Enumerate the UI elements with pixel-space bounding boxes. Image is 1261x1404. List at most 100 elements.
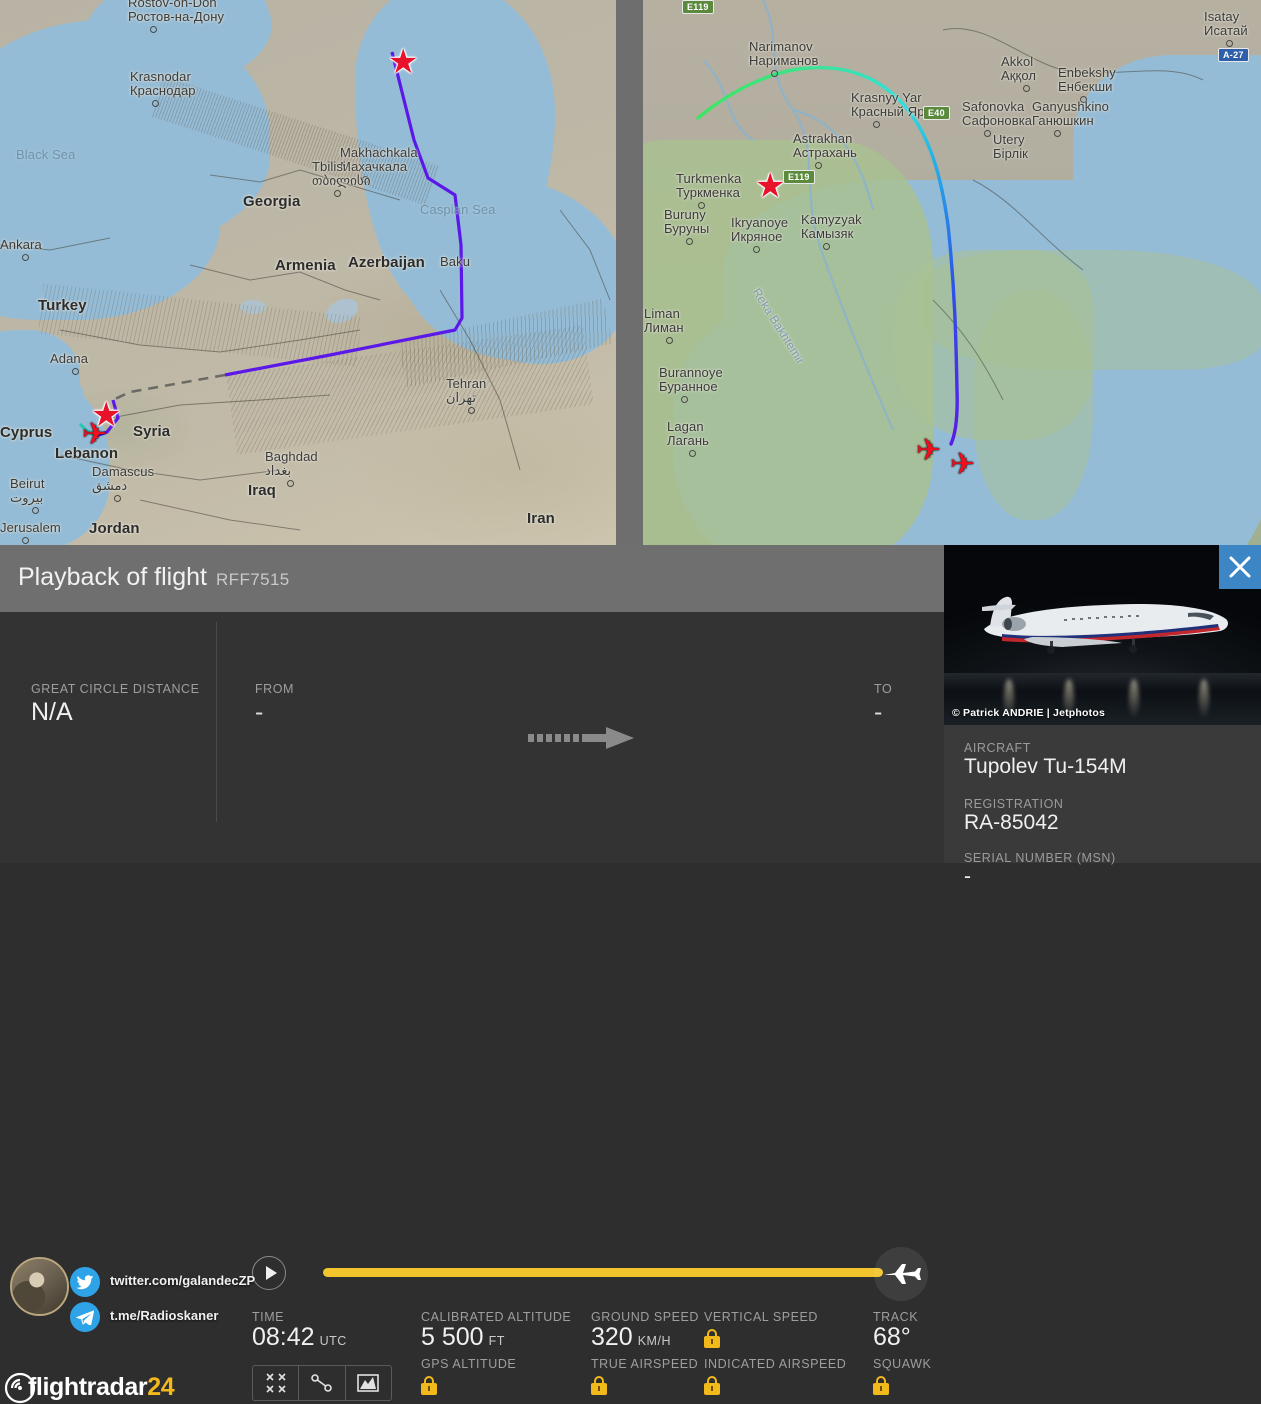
map-city-label: KamyzyakКамызяк: [801, 213, 862, 240]
map-road-badge: A-27: [1218, 48, 1249, 62]
map-sea-label: Black Sea: [16, 148, 75, 162]
playback-title-text: Playback of flight: [18, 563, 207, 591]
route-direction-arrow: [528, 725, 636, 751]
telegram-paper-plane-glyph: [76, 1310, 94, 1325]
map-city-label: NarimanovНариманов: [749, 40, 819, 67]
playback-progress-slider[interactable]: [323, 1268, 883, 1277]
map-marker-star[interactable]: ★: [388, 45, 418, 79]
map-country-label: Syria: [133, 424, 170, 440]
to-label: TO: [874, 682, 892, 696]
aircraft-photo-silhouette: [972, 593, 1234, 657]
map-city-label: SafonovkaСафоновка: [962, 100, 1032, 127]
map-road-badge: E40: [923, 106, 950, 120]
map-city-label: UteryБірлік: [993, 133, 1028, 160]
map-city-dot: [22, 254, 29, 261]
aircraft-field-value: RA-85042: [964, 811, 1059, 835]
telemetry-label: VERTICAL SPEED: [704, 1310, 818, 1324]
locked-value-icon[interactable]: [421, 1376, 437, 1395]
map-country-label: Armenia: [275, 258, 336, 274]
map-country-label: Azerbaijan: [348, 255, 425, 271]
telemetry-label: TRUE AIRSPEED: [591, 1357, 698, 1371]
map-country-label: Iraq: [248, 483, 276, 499]
map-city-label: Jerusalem: [0, 521, 61, 535]
fit-to-screen-icon[interactable]: [253, 1366, 298, 1400]
map-road-badge: E119: [783, 170, 815, 184]
playback-title: Playback of flightRFF7515: [18, 563, 290, 592]
map-city-dot: [984, 130, 991, 137]
map-city-label: Tbilisiთბილისი: [312, 160, 371, 187]
great-circle-distance-value: N/A: [31, 698, 73, 727]
map-city-label: TurkmenkaТуркменка: [676, 172, 741, 199]
map-sea-label: Caspian Sea: [420, 203, 496, 217]
map-country-label: Cyprus: [0, 425, 52, 441]
map-city-label: Baku: [440, 255, 470, 269]
locked-value-icon[interactable]: [704, 1376, 720, 1395]
map-zoomed-detail[interactable]: NarimanovНариманов AstrakhanАстрахань Kras…: [643, 0, 1261, 545]
locked-value-icon[interactable]: [873, 1376, 889, 1395]
map-city-label: AstrakhanАстрахань: [793, 132, 857, 159]
aircraft-field-label: AIRCRAFT: [964, 741, 1031, 755]
map-city-label: IsatayИсатай: [1204, 10, 1248, 37]
twitter-bird-glyph: [76, 1275, 94, 1290]
playback-panel-body: GREAT CIRCLE DISTANCE N/A FROM - TO -: [0, 612, 944, 863]
aircraft-photo: © Patrick ANDRIE | Jetphotos: [944, 545, 1261, 725]
map-city-dot: [72, 368, 79, 375]
aircraft-field-label: REGISTRATION: [964, 797, 1063, 811]
close-button[interactable]: [1219, 545, 1261, 589]
route-path-icon[interactable]: [298, 1366, 344, 1400]
flightradar24-logo: flightradar24: [28, 1373, 174, 1402]
telemetry-value: 68°: [873, 1323, 911, 1352]
map-aircraft-marker[interactable]: ✈: [82, 420, 107, 450]
map-country-label: Georgia: [243, 194, 300, 210]
map-city-label: Tehranتهران: [446, 377, 486, 404]
logo-text: flightradar24: [28, 1373, 174, 1401]
telemetry-label: GPS ALTITUDE: [421, 1357, 516, 1371]
map-city-dot: [681, 396, 688, 403]
airplane-icon: [882, 1259, 922, 1289]
map-divider: [616, 0, 643, 545]
playback-slider-handle[interactable]: [874, 1247, 928, 1301]
map-city-label: Adana: [50, 352, 88, 366]
map-city-label: Damascusدمشق: [92, 465, 154, 492]
map-city-dot: [689, 450, 696, 457]
logo-text-main: flightradar: [28, 1373, 147, 1401]
map-city-label: BurunyБуруны: [664, 208, 709, 235]
map-aircraft-marker[interactable]: ✈: [916, 436, 941, 466]
panel-divider-left: [216, 622, 217, 822]
telemetry-label: TRACK: [873, 1310, 918, 1324]
map-city-dot: [1023, 85, 1030, 92]
telemetry-value: 5 500FT: [421, 1323, 505, 1352]
telemetry-label: TIME: [252, 1310, 284, 1324]
great-circle-distance-label: GREAT CIRCLE DISTANCE: [31, 682, 200, 696]
map-country-label: Jordan: [89, 521, 140, 537]
flightradar24-radar-icon: [4, 1372, 36, 1404]
map-city-label: LaganЛагань: [667, 420, 709, 447]
locked-value-icon[interactable]: [704, 1329, 720, 1348]
play-button[interactable]: [252, 1256, 286, 1290]
locked-value-icon[interactable]: [591, 1376, 607, 1395]
map-city-dot: [334, 190, 341, 197]
close-icon: [1228, 555, 1252, 579]
map-tool-buttons: [252, 1365, 392, 1401]
map-country-label: Turkey: [38, 298, 87, 314]
map-city-dot: [468, 407, 475, 414]
map-city-label: EnbekshyЕнбекши: [1058, 66, 1116, 93]
map-city-label: Beirutبيروت: [10, 477, 45, 504]
playback-title-bar: Playback of flightRFF7515: [0, 545, 944, 612]
map-aircraft-marker[interactable]: ✈: [950, 450, 975, 480]
aircraft-info-panel: © Patrick ANDRIE | Jetphotos AIRCRAFTTup…: [944, 545, 1261, 863]
map-marker-star[interactable]: ★: [755, 169, 785, 203]
map-city-label: LimanЛиман: [644, 307, 684, 334]
map-city-dot: [815, 162, 822, 169]
map-city-dot: [666, 337, 673, 344]
altitude-chart-icon[interactable]: [345, 1366, 391, 1400]
telemetry-label: CALIBRATED ALTITUDE: [421, 1310, 571, 1324]
telemetry-value: 320KM/H: [591, 1323, 671, 1352]
map-city-dot: [1226, 40, 1233, 47]
map-city-label: Krasnyy YarКрасный Яр: [851, 91, 925, 118]
aircraft-field-value: Tupolev Tu-154M: [964, 755, 1127, 779]
photo-credit: © Patrick ANDRIE | Jetphotos: [952, 707, 1105, 719]
map-city-dot: [287, 480, 294, 487]
map-overview[interactable]: Black Sea Caspian Sea Georgia Armenia Azerba…: [0, 0, 616, 545]
telemetry-label: INDICATED AIRSPEED: [704, 1357, 846, 1371]
